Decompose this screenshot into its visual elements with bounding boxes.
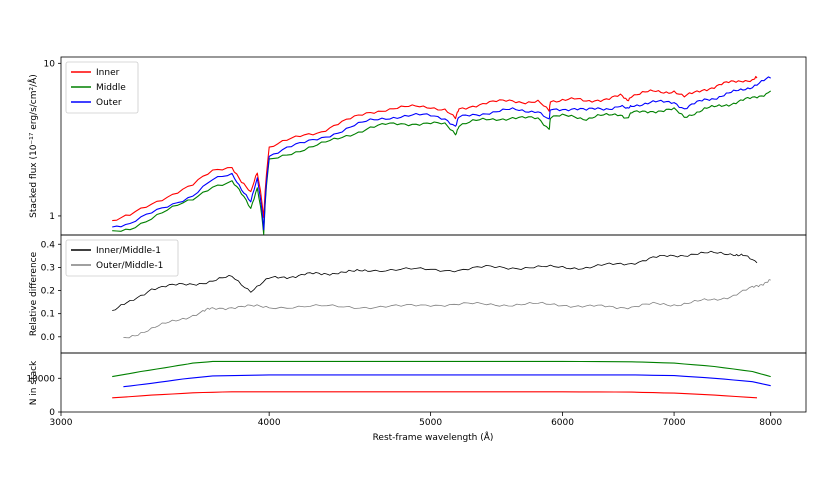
y-tick-label: 0.3 <box>41 263 55 273</box>
x-tick-label: 3000 <box>50 418 73 428</box>
bottom-y-axis-label: N in stack <box>29 360 39 405</box>
series-line <box>112 360 771 378</box>
bottom-panel: 0100003000 4000 5000 6000 7000 8000 <box>26 360 782 428</box>
legend-label: Outer/Middle-1 <box>96 261 163 271</box>
y-tick-label: 1 <box>49 212 55 222</box>
x-tick-label: 4000 <box>258 418 281 428</box>
y-tick-label: 0 <box>49 408 55 418</box>
series-line <box>112 75 758 222</box>
legend-label: Inner/Middle-1 <box>96 246 161 256</box>
series-line <box>112 76 771 231</box>
legend-label: Middle <box>96 83 126 93</box>
y-tick-label: 0.0 <box>41 333 56 343</box>
x-tick-label: 6000 <box>551 418 574 428</box>
legend-label: Outer <box>96 98 122 108</box>
figure: 1 10 Inner Middle Outer 0.0 0.1 0.2 0.3 0.4 Inner… <box>26 56 807 443</box>
y-tick-label: 10 <box>44 59 56 69</box>
middle-panel: 0.0 0.1 0.2 0.3 0.4 Inner/Middle-1 Outer/Middl… <box>41 239 771 343</box>
x-tick-label: 8000 <box>759 418 782 428</box>
top-y-axis-label: Stacked flux (10⁻¹⁷ erg/s/cm²/Å) <box>27 74 39 218</box>
x-axis-label: Rest-frame wavelength (Å) <box>373 431 494 443</box>
series-line <box>112 391 758 399</box>
top-panel-frame <box>60 56 807 236</box>
legend-label: Inner <box>96 68 120 78</box>
series-line <box>123 374 771 388</box>
series-line <box>123 279 771 339</box>
y-tick-label: 0.2 <box>41 287 55 297</box>
series-line <box>112 90 772 235</box>
series-line <box>112 250 758 311</box>
middle-y-axis-label: Relative difference <box>29 251 39 336</box>
y-tick-label: 0.4 <box>41 240 56 250</box>
y-tick-label: 0.1 <box>41 310 55 320</box>
top-panel: 1 10 Inner Middle Outer <box>44 59 772 235</box>
x-tick-label: 7000 <box>663 418 686 428</box>
x-tick-label: 5000 <box>419 418 442 428</box>
